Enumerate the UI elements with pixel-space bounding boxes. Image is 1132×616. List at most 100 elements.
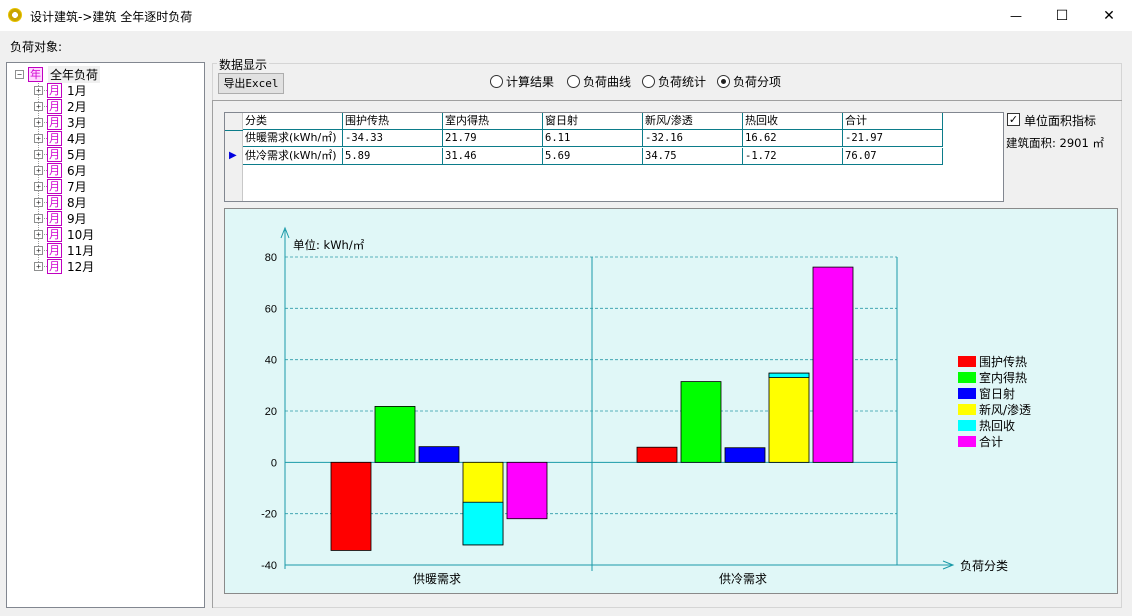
month-icon: 月: [47, 242, 62, 258]
table-cell[interactable]: 6.11: [543, 130, 643, 147]
tree-item-month-12[interactable]: + 月 12月: [34, 258, 94, 274]
tree-item-month-10[interactable]: + 月 10月: [34, 226, 94, 242]
bar-5-2: [768, 372, 810, 378]
table-cell[interactable]: -34.33: [343, 130, 443, 147]
tree-item-label: 3月: [67, 115, 87, 130]
expand-icon[interactable]: +: [34, 229, 43, 239]
month-icon: 月: [47, 226, 62, 242]
x-category-label: 供暖需求: [413, 572, 461, 586]
table-cell[interactable]: -32.16: [643, 130, 743, 147]
legend-label: 合计: [979, 434, 1003, 449]
maximize-button[interactable]: ☐: [1039, 0, 1085, 31]
month-icon: 月: [47, 178, 62, 194]
radio-calc-results[interactable]: 计算结果: [490, 73, 554, 89]
tree-item-label: 12月: [67, 259, 95, 274]
y-tick-label: 0: [271, 457, 277, 469]
tree-item-month-11[interactable]: + 月 11月: [34, 242, 94, 258]
unit-area-label: 单位面积指标: [1024, 114, 1097, 128]
x-category-label: 供冷需求: [719, 572, 767, 586]
table-header-cell[interactable]: 室内得热: [443, 113, 543, 130]
unit-area-checkbox[interactable]: ✓: [1007, 113, 1020, 126]
expand-icon[interactable]: +: [34, 85, 43, 95]
load-object-label: 负荷对象:: [10, 40, 63, 54]
table-cell[interactable]: 5.69: [543, 148, 643, 165]
radio-load-stats[interactable]: 负荷统计: [642, 73, 706, 89]
close-button[interactable]: ✕: [1086, 0, 1132, 31]
tree-item-month-8[interactable]: + 月 8月: [34, 194, 87, 210]
expand-icon[interactable]: +: [34, 133, 43, 143]
expand-icon[interactable]: +: [34, 197, 43, 207]
tree-item-month-2[interactable]: + 月 2月: [34, 98, 87, 114]
load-breakdown-table[interactable]: 分类 围护传热 室内得热 窗日射 新风/渗透 热回收 合计供暖需求(kWh/㎡) -34.33…: [224, 112, 1004, 202]
legend-swatch: [958, 436, 976, 447]
bar-3-1: [418, 446, 460, 463]
y-tick-label: -40: [261, 560, 277, 572]
month-icon: 月: [47, 194, 62, 210]
table-cell[interactable]: -1.72: [743, 148, 843, 165]
table-cell[interactable]: 16.62: [743, 130, 843, 147]
month-icon: 月: [47, 130, 62, 146]
expand-icon[interactable]: +: [34, 165, 43, 175]
expand-icon[interactable]: +: [34, 261, 43, 271]
expand-icon[interactable]: +: [34, 181, 43, 191]
tree-item-month-4[interactable]: + 月 4月: [34, 130, 87, 146]
table-header-cell[interactable]: 分类: [243, 113, 343, 130]
load-object-tree[interactable]: − 年 全年负荷 + 月 1月 + 月 2月 + 月 3月 + 月 4月 + 月 5月 + 月 6月 + 月 7月 + 月 8…: [6, 62, 205, 608]
table-cell[interactable]: 76.07: [843, 148, 943, 165]
tree-item-label: 2月: [67, 99, 87, 114]
tree-item-month-6[interactable]: + 月 6月: [34, 162, 87, 178]
expand-icon[interactable]: +: [34, 101, 43, 111]
table-header-cell[interactable]: 热回收: [743, 113, 843, 130]
tree-item-month-3[interactable]: + 月 3月: [34, 114, 87, 130]
table-header-cell[interactable]: 围护传热: [343, 113, 443, 130]
minimize-button[interactable]: —: [993, 0, 1039, 31]
tree-item-month-9[interactable]: + 月 9月: [34, 210, 87, 226]
bar-1-1: [330, 461, 372, 551]
radio-circle[interactable]: [642, 74, 655, 88]
table-cell[interactable]: 5.89: [343, 148, 443, 165]
radio-circle[interactable]: [567, 74, 580, 88]
collapse-icon[interactable]: −: [15, 69, 24, 79]
export-excel-button[interactable]: 导出Excel: [218, 73, 284, 94]
bar-2-2: [680, 381, 722, 463]
radio-load-breakdown[interactable]: 负荷分项: [717, 73, 781, 89]
legend-swatch: [958, 372, 976, 383]
legend-swatch: [958, 404, 976, 415]
table-cell[interactable]: 31.46: [443, 148, 543, 165]
radio-load-curve[interactable]: 负荷曲线: [567, 73, 631, 89]
y-tick-label: 60: [265, 303, 277, 315]
table-header-cell[interactable]: 合计: [843, 113, 943, 130]
table-cell[interactable]: 供冷需求(kWh/㎡): [243, 148, 343, 165]
y-tick-label: 40: [265, 355, 277, 367]
table-cell[interactable]: -21.97: [843, 130, 943, 147]
tree-item-month-5[interactable]: + 月 5月: [34, 146, 87, 162]
expand-icon[interactable]: +: [34, 149, 43, 159]
current-row-indicator-icon: ▶: [229, 150, 237, 161]
month-icon: 月: [47, 98, 62, 114]
legend-label: 围护传热: [979, 354, 1027, 369]
tree-item-label: 11月: [67, 243, 95, 258]
app-icon: [8, 8, 22, 22]
table-cell[interactable]: 34.75: [643, 148, 743, 165]
legend-swatch: [958, 420, 976, 431]
load-breakdown-chart: 80 60 40 20 0 -20 -40 单位: kWh/㎡负荷分类供暖需求 供冷需求 围护传热…: [224, 208, 1118, 594]
window-title: 设计建筑->建筑 全年逐时负荷: [30, 10, 193, 24]
expand-icon[interactable]: +: [34, 117, 43, 127]
month-icon: 月: [47, 210, 62, 226]
expand-icon[interactable]: +: [34, 213, 43, 223]
tree-item-month-1[interactable]: + 月 1月: [34, 82, 87, 98]
y-unit-label: 单位: kWh/㎡: [293, 238, 365, 252]
tree-root-node[interactable]: − 年 全年负荷: [15, 65, 101, 83]
table-header-cell[interactable]: 窗日射: [543, 113, 643, 130]
expand-icon[interactable]: +: [34, 245, 43, 255]
month-icon: 月: [47, 162, 62, 178]
tree-item-label: 1月: [67, 83, 87, 98]
month-icon: 月: [47, 146, 62, 162]
tree-item-month-7[interactable]: + 月 7月: [34, 178, 87, 194]
radio-circle[interactable]: [490, 74, 503, 88]
table-cell[interactable]: 供暖需求(kWh/㎡): [243, 130, 343, 147]
table-header-cell[interactable]: 新风/渗透: [643, 113, 743, 130]
radio-circle-selected[interactable]: [717, 74, 730, 88]
bar-6-2: [812, 266, 854, 463]
table-cell[interactable]: 21.79: [443, 130, 543, 147]
